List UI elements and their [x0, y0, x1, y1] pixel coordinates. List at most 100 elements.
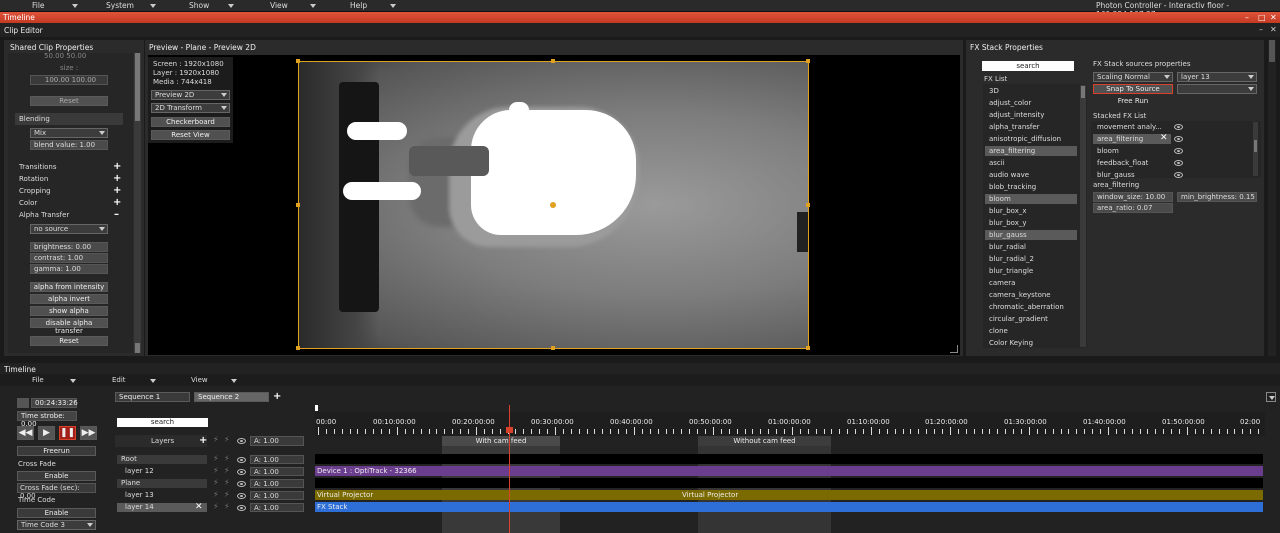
maximize-icon[interactable]: □ — [1258, 13, 1266, 22]
min-brightness-slider[interactable]: min_brightness: 0.15 — [1177, 192, 1257, 202]
menu-show[interactable]: Show — [189, 1, 209, 10]
cross-fade-enable-button[interactable]: Enable — [17, 471, 96, 481]
fx-list-item[interactable]: blur_radial — [985, 242, 1077, 252]
virtual-projector-clip[interactable]: Virtual Projector — [680, 490, 1263, 500]
blend-value-slider[interactable]: blend value: 1.00 — [30, 140, 108, 150]
anchor-point[interactable] — [550, 202, 556, 208]
eye-icon[interactable] — [237, 493, 246, 499]
reset-view-button[interactable]: Reset View — [151, 130, 230, 140]
alpha-from-intensity-button[interactable]: alpha from intensity — [30, 282, 108, 292]
resize-handle[interactable] — [551, 346, 555, 350]
transitions-section[interactable]: Transitions — [19, 163, 57, 171]
lightning-icon[interactable]: ⚡ — [213, 466, 219, 475]
fx-list-item[interactable]: chromatic_aberration — [985, 302, 1077, 312]
tab-sequence-2[interactable]: Sequence 2 — [194, 392, 269, 402]
menu-system[interactable]: System — [106, 1, 134, 10]
expand-icon[interactable]: + — [113, 162, 121, 172]
plane-track[interactable] — [315, 478, 1263, 488]
size-field[interactable]: 100.00 100.00 — [30, 75, 108, 85]
virtual-projector-clip[interactable]: Virtual Projector — [315, 490, 680, 500]
scaling-select[interactable]: Scaling Normal — [1093, 72, 1173, 82]
stacked-fx-item[interactable]: feedback_float — [1093, 158, 1171, 168]
lightning-icon[interactable]: ⚡ — [213, 435, 219, 444]
snap-to-source-button[interactable]: Snap To Source — [1093, 84, 1173, 94]
scrollbar-thumb[interactable] — [1254, 140, 1257, 152]
fx-list-item[interactable]: anisotropic_diffusion — [985, 134, 1077, 144]
play-icon[interactable]: ▶ — [38, 426, 55, 440]
timecode-display[interactable]: 00:24:33:26 — [31, 398, 78, 408]
fx-list-item[interactable]: ascii — [985, 158, 1077, 168]
chevron-down-icon[interactable] — [228, 4, 234, 8]
scrollbar-thumb[interactable] — [1269, 40, 1275, 62]
layer-row[interactable]: Root — [117, 455, 207, 464]
playhead[interactable] — [509, 405, 510, 533]
device-clip[interactable]: Device 1 : OptiTrack - 32366 — [315, 466, 1263, 476]
area-ratio-slider[interactable]: area_ratio: 0.07 — [1093, 203, 1173, 213]
lightning-icon[interactable]: ⚡ — [213, 454, 219, 463]
menu-file[interactable]: File — [32, 1, 45, 10]
fx-list-item[interactable]: blur_box_x — [985, 206, 1077, 216]
fx-stack-clip[interactable]: FX Stack — [315, 502, 1263, 512]
expand-icon[interactable]: + — [113, 186, 121, 196]
fx-list-item[interactable]: blur_gauss — [985, 230, 1077, 240]
root-track[interactable] — [315, 454, 1263, 464]
fx-list-item[interactable]: blur_triangle — [985, 266, 1077, 276]
checkerboard-button[interactable]: Checkerboard — [151, 117, 230, 127]
resize-handle[interactable] — [296, 203, 300, 207]
lightning-icon[interactable]: ⚡ — [213, 502, 219, 511]
alpha-transfer-section[interactable]: Alpha Transfer — [19, 211, 69, 219]
expand-icon[interactable]: + — [113, 198, 121, 208]
resize-handle[interactable] — [806, 203, 810, 207]
brightness-slider[interactable]: brightness: 0.00 — [30, 242, 108, 252]
tab-sequence-1[interactable]: Sequence 1 — [115, 392, 190, 402]
alpha-source-select[interactable]: no source — [30, 224, 108, 234]
lightning-icon[interactable]: ⚡ — [213, 478, 219, 487]
layer-alpha-field[interactable]: A: 1.00 — [250, 479, 304, 488]
menu-view[interactable]: View — [270, 1, 288, 10]
pause-icon[interactable]: ❚❚ — [59, 426, 76, 440]
fx-list-item[interactable]: circular_gradient — [985, 314, 1077, 324]
resize-handle[interactable] — [296, 346, 300, 350]
fx-list-item[interactable]: camera_keystone — [985, 290, 1077, 300]
master-alpha-field[interactable]: A: 1.00 — [250, 436, 304, 446]
rewind-icon[interactable]: ◀◀ — [17, 426, 34, 440]
cropping-section[interactable]: Cropping — [19, 187, 51, 195]
eye-icon[interactable] — [1174, 148, 1183, 154]
close-icon[interactable]: ✕ — [1270, 25, 1277, 34]
collapse-icon[interactable]: – — [114, 210, 119, 220]
lightning-icon[interactable]: ⚡ — [224, 435, 230, 444]
lightning-icon[interactable]: ⚡ — [213, 490, 219, 499]
fx-list-item[interactable]: blob_tracking — [985, 182, 1077, 192]
contrast-slider[interactable]: contrast: 1.00 — [30, 253, 108, 263]
eye-icon[interactable] — [1174, 172, 1183, 178]
timeline-menu-file[interactable]: File — [32, 376, 44, 384]
preview-mode-select[interactable]: Preview 2D — [151, 90, 230, 100]
layer-row[interactable]: layer 12 — [117, 467, 207, 476]
layer-alpha-field[interactable]: A: 1.00 — [250, 467, 304, 476]
resize-handle[interactable] — [551, 59, 555, 63]
fx-list-item[interactable]: blur_box_y — [985, 218, 1077, 228]
fx-list-item[interactable]: audio wave — [985, 170, 1077, 180]
alpha-invert-button[interactable]: alpha invert — [30, 294, 108, 304]
remove-icon[interactable]: ✕ — [195, 502, 203, 512]
minimize-icon[interactable]: – — [1245, 13, 1249, 22]
window-size-slider[interactable]: window_size: 10.00 — [1093, 192, 1173, 202]
layer-alpha-field[interactable]: A: 1.00 — [250, 491, 304, 500]
timeline-menu-view[interactable]: View — [191, 376, 208, 384]
scrollbar-thumb[interactable] — [1081, 86, 1085, 98]
eye-icon[interactable] — [237, 481, 246, 487]
lightning-icon[interactable]: ⚡ — [224, 502, 230, 511]
fx-list-item[interactable]: adjust_color — [985, 98, 1077, 108]
minimize-icon[interactable]: – — [1259, 25, 1263, 34]
close-icon[interactable]: ✕ — [1270, 13, 1277, 22]
chevron-down-icon[interactable] — [72, 4, 78, 8]
freerun-button[interactable]: Freerun — [17, 446, 96, 456]
lightning-icon[interactable]: ⚡ — [224, 454, 230, 463]
disable-alpha-transfer-button[interactable]: disable alpha transfer — [30, 318, 108, 335]
layer-row[interactable]: layer 13 — [117, 491, 207, 500]
layer-row[interactable]: Plane — [117, 479, 207, 488]
chevron-down-icon[interactable] — [390, 4, 396, 8]
add-sequence-icon[interactable]: + — [273, 392, 281, 402]
chevron-down-icon[interactable] — [231, 379, 237, 383]
eye-icon[interactable] — [237, 438, 246, 444]
